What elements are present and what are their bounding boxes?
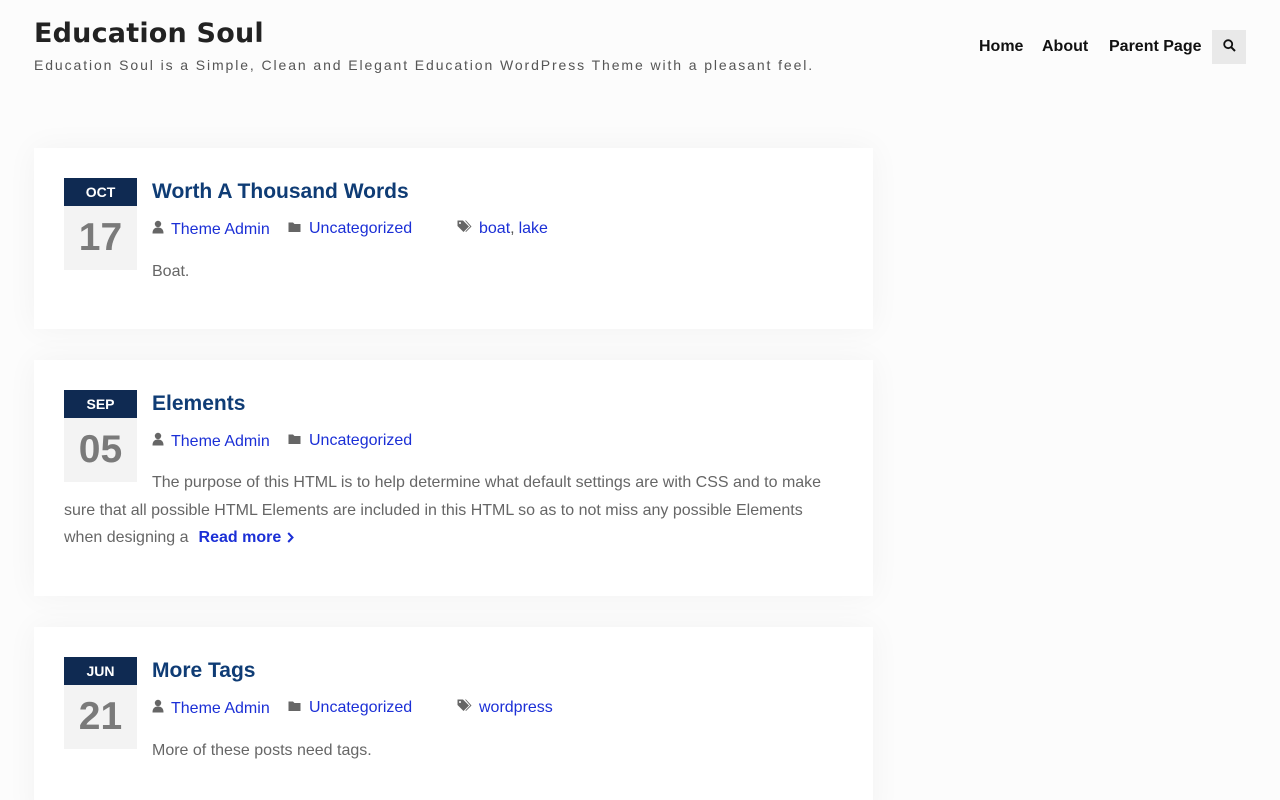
post-date-month: JUN [64, 657, 137, 685]
post-category-link[interactable]: Uncategorized [309, 699, 412, 717]
post-author: Theme Admin [152, 220, 270, 239]
post-author-link[interactable]: Theme Admin [171, 221, 270, 239]
post-excerpt: The purpose of this HTML is to help dete… [64, 469, 834, 552]
folder-icon [288, 220, 309, 238]
nav-item-home[interactable]: Home [979, 38, 1023, 56]
main-navigation: Home About Parent Page [0, 30, 1280, 64]
post-article: SEP 05 Elements Theme Admin Uncategorize… [34, 360, 873, 596]
post-date-month: OCT [64, 178, 137, 206]
nav-item-about[interactable]: About [1042, 38, 1088, 56]
post-author: Theme Admin [152, 699, 270, 718]
post-article: JUN 21 More Tags Theme Admin Uncategoriz… [34, 627, 873, 800]
site-header: Education Soul Education Soul is a Simpl… [0, 0, 1280, 100]
post-excerpt: More of these posts need tags. [152, 742, 372, 759]
post-excerpt: Boat. [152, 263, 190, 280]
post-article: OCT 17 Worth A Thousand Words Theme Admi… [34, 148, 873, 329]
post-category: Uncategorized [288, 432, 412, 450]
tags-icon [457, 699, 479, 717]
user-icon [152, 220, 171, 239]
post-date-month: SEP [64, 390, 137, 418]
search-toggle-button[interactable] [1212, 30, 1246, 64]
folder-icon [288, 699, 309, 717]
post-tags: wordpress [457, 699, 553, 717]
post-category: Uncategorized [288, 699, 412, 717]
post-date-badge: OCT 17 [64, 178, 137, 270]
chevron-right-icon [281, 529, 295, 546]
post-author-link[interactable]: Theme Admin [171, 433, 270, 451]
post-tag-link[interactable]: boat [479, 220, 510, 238]
post-category: Uncategorized [288, 220, 412, 238]
post-tags: boat, lake [457, 220, 548, 238]
search-icon [1222, 39, 1236, 55]
post-author: Theme Admin [152, 432, 270, 451]
read-more-link[interactable]: Read more [199, 529, 295, 546]
post-tag-link[interactable]: lake [519, 220, 548, 238]
post-title-link[interactable]: Elements [152, 392, 245, 416]
post-title-link[interactable]: Worth A Thousand Words [152, 180, 409, 204]
nav-item-parent-page[interactable]: Parent Page [1109, 38, 1201, 56]
post-title-link[interactable]: More Tags [152, 659, 255, 683]
post-author-link[interactable]: Theme Admin [171, 700, 270, 718]
post-date-badge: JUN 21 [64, 657, 137, 749]
post-category-link[interactable]: Uncategorized [309, 432, 412, 450]
post-tag-link[interactable]: wordpress [479, 699, 553, 717]
user-icon [152, 699, 171, 718]
user-icon [152, 432, 171, 451]
folder-icon [288, 432, 309, 450]
post-category-link[interactable]: Uncategorized [309, 220, 412, 238]
read-more-label: Read more [198, 529, 282, 546]
post-excerpt-text: The purpose of this HTML is to help dete… [64, 474, 822, 546]
tags-icon [457, 220, 479, 238]
